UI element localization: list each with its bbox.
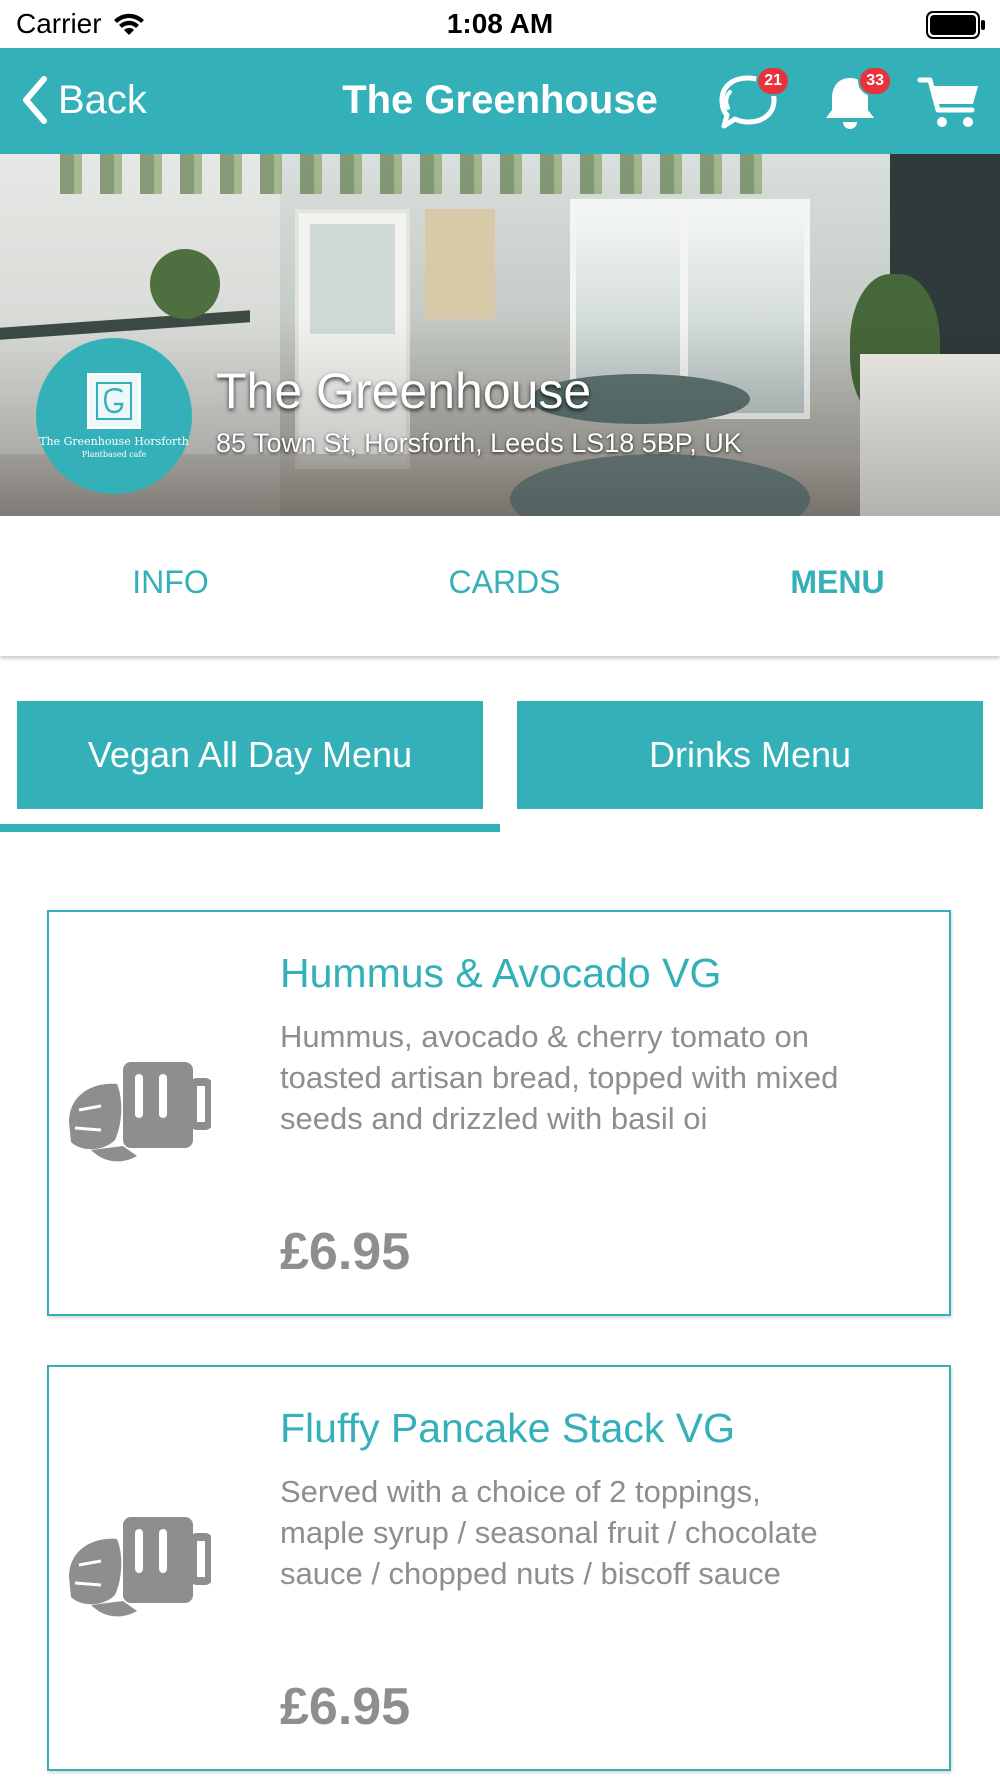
- back-button[interactable]: Back: [20, 72, 147, 128]
- croissant-mug-icon: [69, 1517, 211, 1617]
- back-label: Back: [58, 77, 147, 122]
- chat-badge: 21: [756, 66, 790, 96]
- chat-button[interactable]: 21: [716, 66, 790, 132]
- greenhouse-logo-icon: [87, 373, 141, 429]
- menu-item-card[interactable]: Hummus & Avocado VG Hummus, avocado & ch…: [47, 910, 951, 1316]
- notifications-badge: 33: [858, 66, 892, 96]
- menu-item-title: Hummus & Avocado VG: [280, 950, 722, 996]
- status-time: 1:08 AM: [446, 8, 554, 39]
- menu-tab-drinks[interactable]: Drinks Menu: [517, 701, 983, 809]
- chevron-left-icon: [23, 76, 47, 124]
- menu-item-description: Hummus, avocado & cherry tomato on toast…: [280, 1019, 839, 1136]
- menu-tab-vegan-all-day[interactable]: Vegan All Day Menu: [17, 701, 483, 809]
- croissant-mug-icon: [69, 1062, 211, 1162]
- navigation-bar: Back The Greenhouse 21 33: [0, 48, 1000, 154]
- shopping-cart-icon: [917, 77, 978, 127]
- venue-name: The Greenhouse: [216, 363, 592, 419]
- logo-name: The Greenhouse Horsforth: [39, 435, 189, 448]
- tab-menu[interactable]: MENU: [671, 564, 1000, 601]
- menu-item-description: Served with a choice of 2 toppings, mapl…: [280, 1474, 818, 1591]
- status-bar: Carrier 1:08 AM: [0, 0, 1000, 48]
- cart-button[interactable]: [916, 72, 986, 132]
- menu-item-title: Fluffy Pancake Stack VG: [280, 1405, 736, 1451]
- tab-cards[interactable]: CARDS: [338, 564, 671, 601]
- notifications-button[interactable]: 33: [818, 66, 892, 132]
- venue-tab-bar: INFO CARDS MENU: [0, 516, 1000, 656]
- tab-info[interactable]: INFO: [4, 564, 337, 601]
- venue-address: 85 Town St, Horsforth, Leeds LS18 5BP, U…: [216, 428, 742, 458]
- venue-logo: The Greenhouse Horsforth Plantbased cafe: [36, 338, 192, 494]
- menu-item-price: £6.95: [280, 1223, 411, 1281]
- active-menu-indicator: [0, 824, 500, 832]
- menu-item-price: £6.95: [280, 1678, 411, 1736]
- battery-icon: [926, 11, 985, 39]
- logo-tagline: Plantbased cafe: [81, 450, 147, 459]
- menu-item-card[interactable]: Fluffy Pancake Stack VG Served with a ch…: [47, 1365, 951, 1771]
